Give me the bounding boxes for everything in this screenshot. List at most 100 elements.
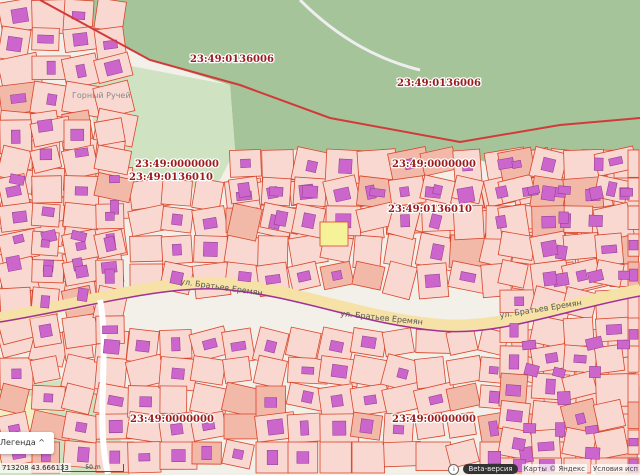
- building[interactable]: [46, 93, 58, 106]
- building[interactable]: [299, 420, 310, 436]
- building[interactable]: [171, 213, 183, 226]
- building[interactable]: [202, 217, 218, 230]
- building[interactable]: [201, 446, 212, 461]
- building[interactable]: [601, 244, 618, 255]
- highlighted-parcel[interactable]: [319, 221, 349, 247]
- building[interactable]: [588, 365, 601, 379]
- legend-button[interactable]: Легенда ^: [0, 432, 54, 454]
- building[interactable]: [70, 128, 85, 141]
- building[interactable]: [135, 339, 151, 353]
- parcel[interactable]: [62, 201, 101, 231]
- building[interactable]: [37, 34, 54, 44]
- building[interactable]: [588, 185, 604, 201]
- building[interactable]: [11, 210, 28, 224]
- building[interactable]: [514, 296, 525, 306]
- parcel[interactable]: [592, 398, 627, 432]
- parcel[interactable]: [381, 327, 415, 358]
- building[interactable]: [305, 159, 319, 173]
- building[interactable]: [171, 337, 181, 352]
- building[interactable]: [509, 323, 519, 338]
- building[interactable]: [109, 175, 120, 184]
- building[interactable]: [273, 210, 289, 227]
- building[interactable]: [593, 157, 604, 171]
- building[interactable]: [40, 295, 51, 309]
- building[interactable]: [620, 188, 633, 197]
- building[interactable]: [203, 241, 218, 257]
- building[interactable]: [584, 446, 601, 460]
- building[interactable]: [556, 390, 571, 406]
- cadastral-map[interactable]: 23:49:0136006 23:49:0136006 23:49:000000…: [0, 0, 640, 475]
- parcel[interactable]: [627, 205, 640, 230]
- building[interactable]: [240, 158, 251, 168]
- parcel[interactable]: [93, 117, 126, 147]
- parcel[interactable]: [319, 441, 352, 474]
- parcel[interactable]: [284, 326, 322, 362]
- building[interactable]: [102, 338, 121, 355]
- parcel[interactable]: [627, 373, 640, 407]
- building[interactable]: [542, 271, 558, 287]
- building[interactable]: [540, 239, 559, 258]
- building[interactable]: [102, 325, 119, 334]
- building[interactable]: [231, 448, 245, 460]
- parcel[interactable]: [222, 355, 252, 384]
- building[interactable]: [301, 366, 315, 375]
- building[interactable]: [237, 270, 252, 283]
- building[interactable]: [42, 265, 53, 277]
- building[interactable]: [330, 394, 344, 408]
- building[interactable]: [338, 158, 353, 175]
- building[interactable]: [331, 269, 343, 281]
- building[interactable]: [575, 269, 589, 282]
- building[interactable]: [540, 185, 557, 202]
- building[interactable]: [171, 449, 186, 463]
- building[interactable]: [74, 421, 88, 433]
- building[interactable]: [605, 323, 623, 335]
- building[interactable]: [424, 273, 441, 289]
- building[interactable]: [6, 35, 23, 53]
- parcel[interactable]: [252, 354, 288, 390]
- building[interactable]: [5, 254, 22, 272]
- copyright[interactable]: Карты © Яндекс: [521, 464, 588, 474]
- building[interactable]: [400, 214, 411, 228]
- building[interactable]: [511, 437, 526, 451]
- building[interactable]: [74, 264, 89, 279]
- building[interactable]: [39, 148, 53, 161]
- building[interactable]: [43, 393, 54, 403]
- parcel[interactable]: [31, 175, 63, 204]
- building[interactable]: [330, 363, 348, 379]
- building[interactable]: [301, 212, 317, 230]
- terms-link[interactable]: Условия исп: [591, 464, 640, 474]
- building[interactable]: [618, 270, 631, 280]
- building[interactable]: [301, 184, 319, 199]
- building[interactable]: [544, 352, 559, 364]
- building[interactable]: [497, 157, 515, 170]
- parcel[interactable]: [497, 259, 529, 289]
- building[interactable]: [488, 390, 500, 404]
- building[interactable]: [37, 118, 54, 133]
- building[interactable]: [508, 354, 520, 370]
- building[interactable]: [301, 390, 314, 404]
- building[interactable]: [72, 32, 89, 47]
- parcel[interactable]: [627, 345, 640, 373]
- building[interactable]: [628, 329, 639, 340]
- building[interactable]: [108, 419, 123, 434]
- building[interactable]: [76, 287, 89, 302]
- building[interactable]: [46, 60, 56, 75]
- building[interactable]: [523, 422, 537, 434]
- parcel[interactable]: [627, 149, 640, 178]
- building[interactable]: [521, 339, 537, 351]
- parcel[interactable]: [129, 235, 164, 263]
- building[interactable]: [584, 424, 599, 435]
- building[interactable]: [75, 240, 87, 252]
- building[interactable]: [540, 156, 557, 173]
- info-icon[interactable]: i: [448, 463, 460, 475]
- building[interactable]: [264, 397, 278, 408]
- building[interactable]: [11, 129, 21, 144]
- building[interactable]: [268, 186, 284, 197]
- parcel[interactable]: [159, 385, 188, 414]
- building[interactable]: [109, 450, 121, 464]
- building[interactable]: [138, 453, 151, 462]
- building[interactable]: [10, 93, 27, 104]
- building[interactable]: [139, 396, 152, 408]
- building[interactable]: [360, 335, 377, 350]
- building[interactable]: [537, 441, 555, 452]
